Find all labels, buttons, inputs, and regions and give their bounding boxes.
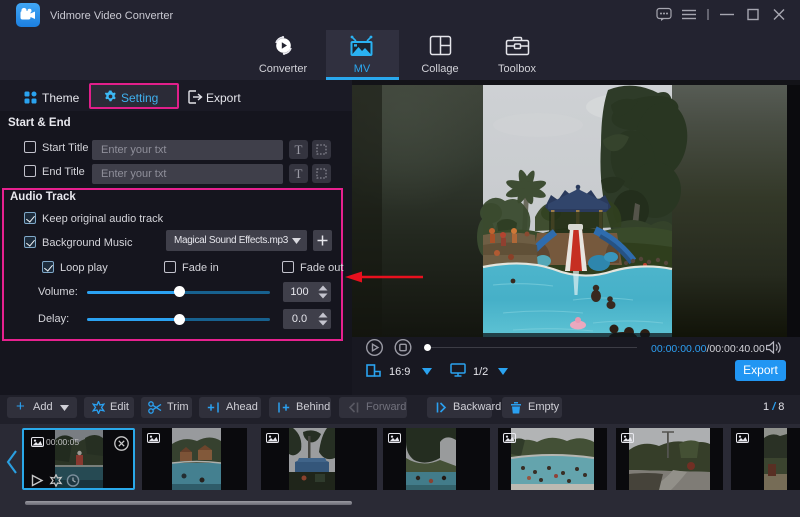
svg-text:00:00:05: 00:00:05 [46,437,79,447]
